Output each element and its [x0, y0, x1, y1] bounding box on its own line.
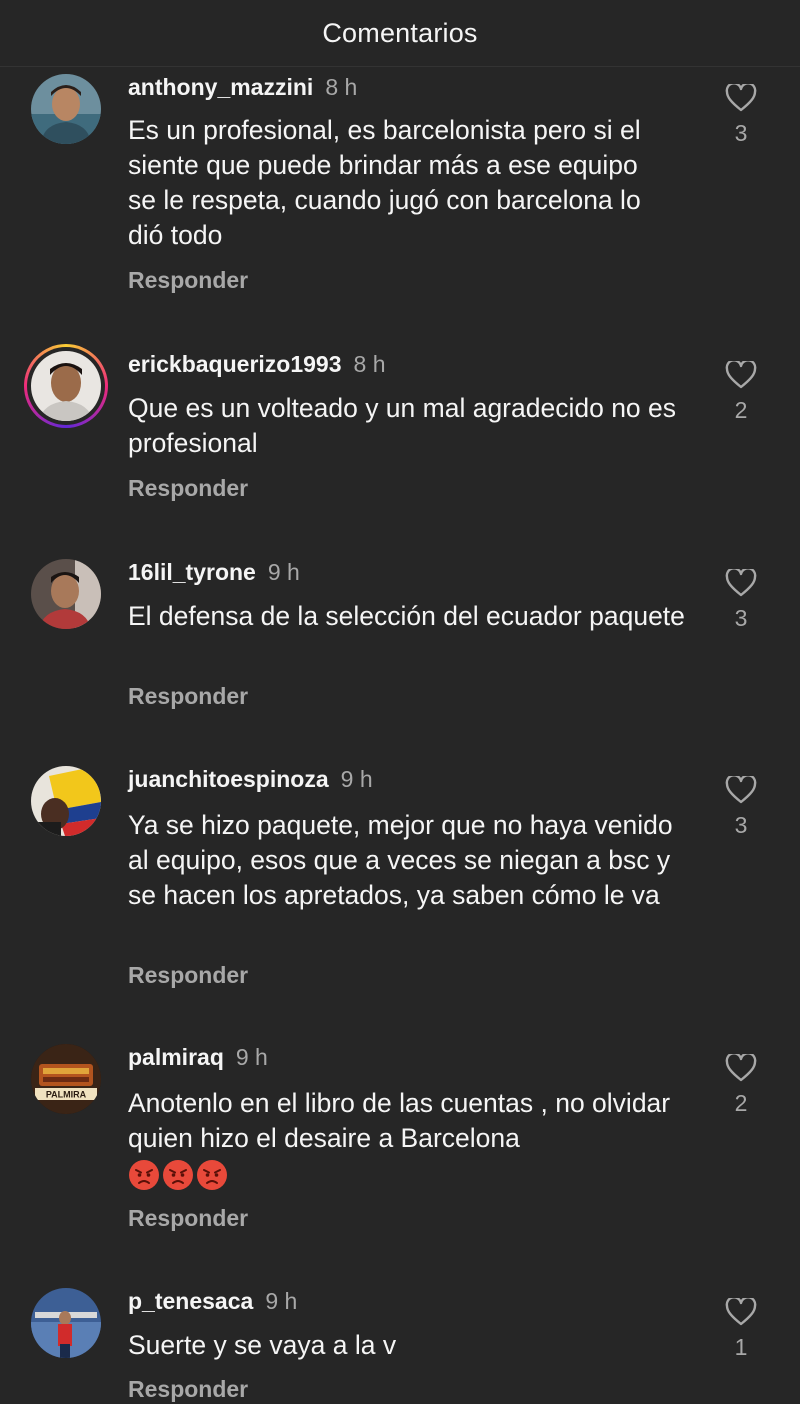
avatar[interactable] — [31, 559, 101, 629]
profile-photo-man-icon — [31, 351, 101, 421]
reply-button[interactable]: Responder — [128, 681, 248, 711]
avatar[interactable] — [31, 74, 101, 144]
avatar-story-ring[interactable] — [24, 344, 108, 428]
comment-time: 9 h — [235, 1044, 268, 1070]
like-button[interactable]: 3 — [722, 84, 760, 146]
comment-time: 9 h — [340, 766, 373, 792]
svg-text:PALMIRA: PALMIRA — [46, 1090, 87, 1100]
comment-time: 9 h — [265, 1288, 298, 1314]
reply-button[interactable]: Responder — [128, 473, 248, 503]
comment-text: Suerte y se vaya a la v — [128, 1330, 397, 1360]
comment-text: El defensa de la selección del ecuador p… — [128, 601, 685, 631]
avatar[interactable] — [31, 1288, 101, 1358]
comment-username[interactable]: juanchitoespinoza — [128, 766, 329, 792]
comment-meta: p_tenesaca 9 h — [128, 1286, 297, 1316]
comment-meta: 16lil_tyrone 9 h — [128, 557, 300, 587]
profile-photo-man-icon — [31, 74, 101, 144]
like-count: 1 — [734, 1334, 748, 1360]
angry-face-emoji — [163, 1160, 193, 1190]
heart-icon — [725, 776, 757, 804]
comment-text: Que es un volteado y un mal agradecido n… — [128, 393, 677, 458]
heart-icon — [725, 1054, 757, 1082]
like-count: 3 — [734, 120, 748, 146]
comment-meta: palmiraq 9 h — [128, 1042, 268, 1072]
profile-photo-outdoor-icon — [31, 1288, 101, 1358]
comment-username[interactable]: p_tenesaca — [128, 1288, 253, 1314]
heart-icon — [725, 1298, 757, 1326]
comment-meta: anthony_mazzini 8 h — [128, 72, 357, 102]
like-count: 3 — [734, 605, 748, 631]
comments-header: Comentarios — [0, 0, 800, 67]
comment-username[interactable]: palmiraq — [128, 1044, 224, 1070]
like-button[interactable]: 3 — [722, 569, 760, 631]
comment-time: 8 h — [325, 74, 358, 100]
angry-face-emoji — [129, 1160, 159, 1190]
comment-time: 8 h — [353, 351, 386, 377]
angry-face-emoji — [197, 1160, 227, 1190]
comment-username[interactable]: anthony_mazzini — [128, 74, 313, 100]
heart-icon — [725, 569, 757, 597]
page-title: Comentarios — [322, 17, 478, 48]
heart-icon — [725, 361, 757, 389]
profile-photo-flag-icon — [31, 766, 101, 836]
comment-meta: erickbaquerizo1993 8 h — [128, 349, 386, 379]
comment-username[interactable]: 16lil_tyrone — [128, 559, 256, 585]
comment-text: Anotenlo en el libro de las cuentas , no… — [128, 1086, 688, 1191]
story-ring-gap — [27, 347, 105, 425]
like-count: 2 — [734, 1090, 748, 1116]
comment-text-content: Anotenlo en el libro de las cuentas , no… — [128, 1088, 671, 1153]
heart-icon — [725, 84, 757, 112]
reply-button[interactable]: Responder — [128, 960, 248, 990]
emoji-row — [128, 1159, 228, 1191]
like-count: 3 — [734, 812, 748, 838]
reply-button[interactable]: Responder — [128, 1203, 248, 1233]
like-button[interactable]: 2 — [722, 1054, 760, 1116]
reply-button[interactable]: Responder — [128, 1374, 248, 1404]
comment-time: 9 h — [267, 559, 300, 585]
profile-photo-man-icon — [31, 559, 101, 629]
comment-meta: juanchitoespinoza 9 h — [128, 764, 373, 794]
avatar[interactable]: PALMIRA — [31, 1044, 101, 1114]
avatar — [31, 351, 101, 421]
like-button[interactable]: 1 — [722, 1298, 760, 1360]
palmira-logo-icon: PALMIRA — [31, 1044, 101, 1114]
comment-username[interactable]: erickbaquerizo1993 — [128, 351, 342, 377]
like-button[interactable]: 3 — [722, 776, 760, 838]
avatar[interactable] — [31, 766, 101, 836]
reply-button[interactable]: Responder — [128, 265, 248, 295]
comment-text: Ya se hizo paquete, mejor que no haya ve… — [128, 810, 673, 910]
comment-text: Es un profesional, es barcelonista pero … — [128, 115, 641, 250]
like-button[interactable]: 2 — [722, 361, 760, 423]
like-count: 2 — [734, 397, 748, 423]
